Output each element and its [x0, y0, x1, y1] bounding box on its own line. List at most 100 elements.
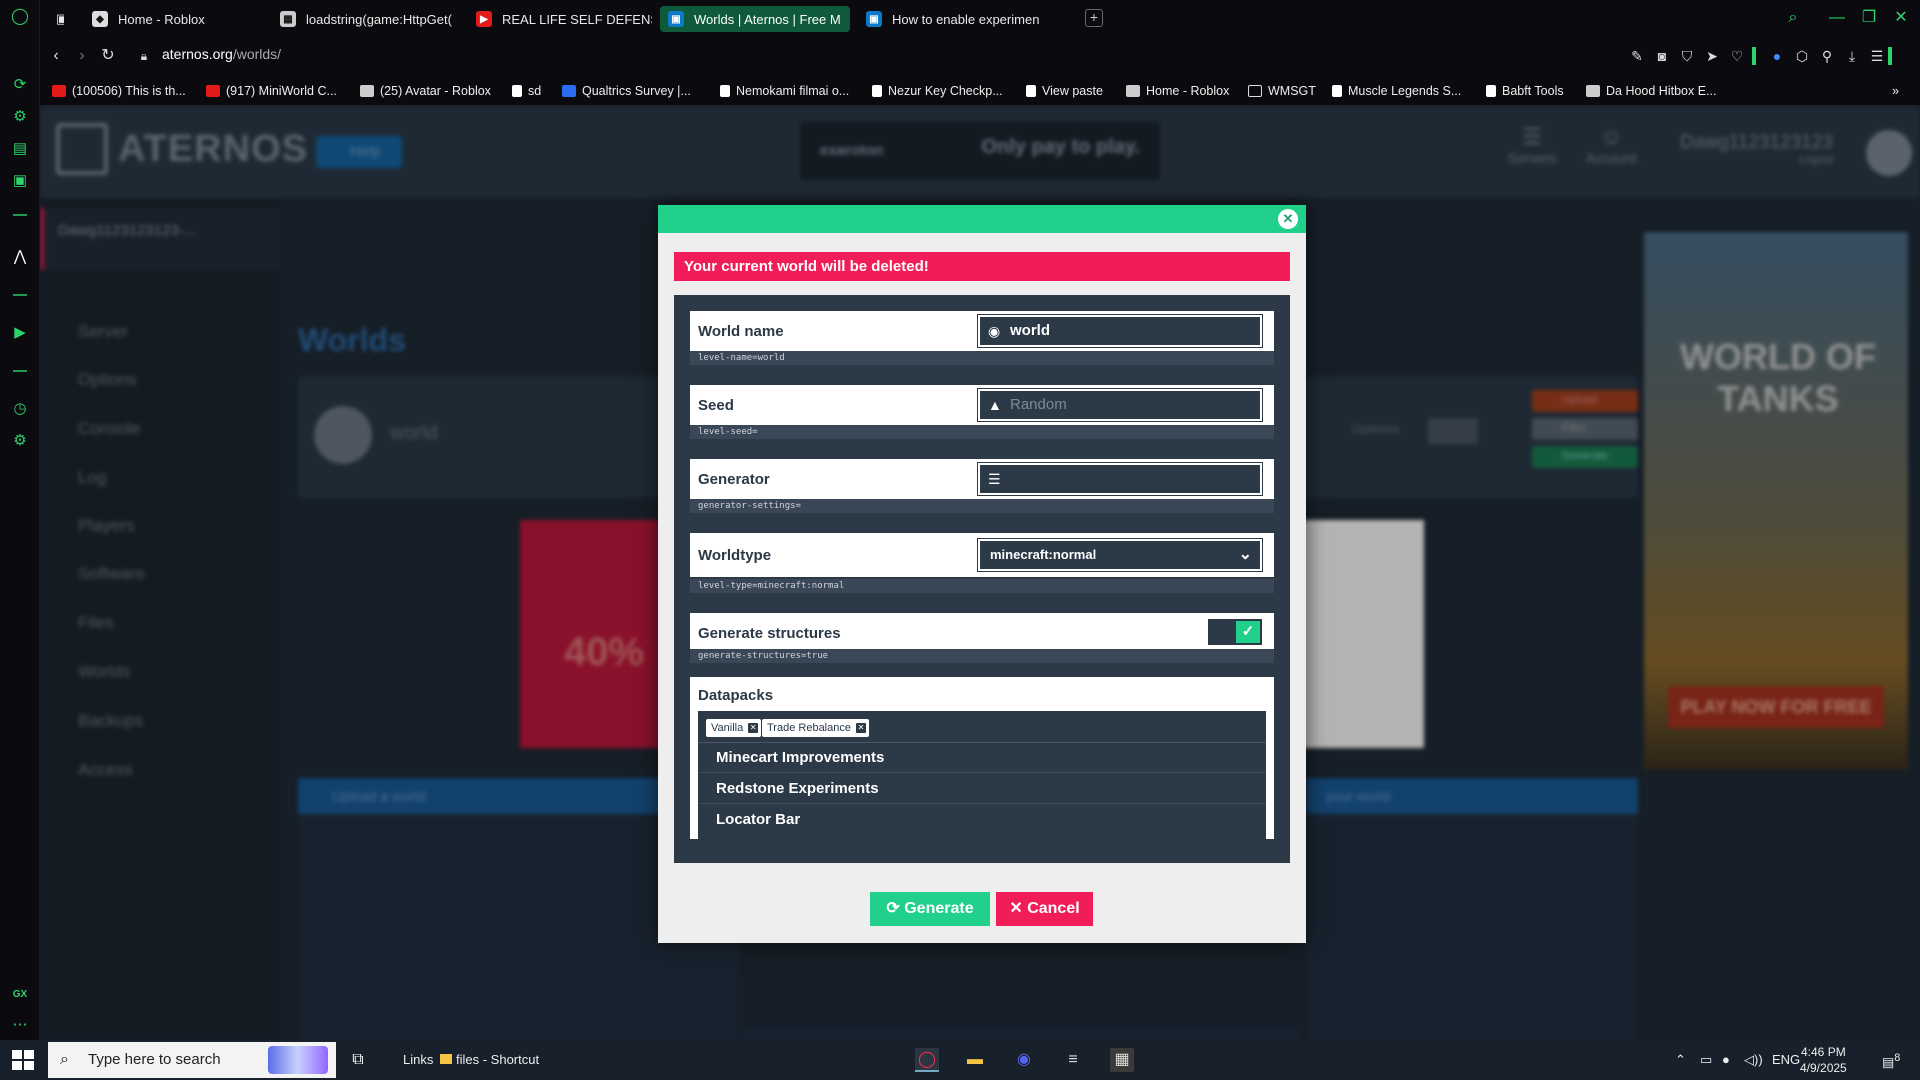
volume-icon[interactable]: ◁)) [1744, 1052, 1763, 1068]
generator-input[interactable]: ☰ [977, 462, 1263, 496]
dialog-header: ✕ [658, 205, 1306, 233]
refresh-sidebar-icon[interactable]: ⟳ [11, 76, 29, 94]
check-icon: ✓ [1236, 621, 1260, 643]
datapack-tag-vanilla: Vanilla ✕ [706, 719, 762, 737]
youtube-icon: ▶ [476, 11, 492, 27]
tray-chevron-icon[interactable]: ⌃ [1675, 1052, 1686, 1068]
links-toolbar[interactable]: Links [403, 1052, 433, 1067]
microphone-icon[interactable]: ● [1722, 1052, 1730, 1067]
forward-icon[interactable]: › [72, 46, 92, 66]
datapacks-label: Datapacks [698, 687, 774, 704]
bookmark-item[interactable]: (100506) This is th... [52, 82, 186, 100]
file-explorer-icon[interactable]: ▬ [963, 1048, 987, 1072]
datapack-option[interactable]: Redstone Experiments [698, 774, 1266, 804]
heart-icon[interactable]: ♡ [1728, 47, 1746, 65]
bookmark-item[interactable]: Babft Tools [1486, 82, 1564, 100]
tab-switcher-icon[interactable]: ▣ [48, 6, 64, 32]
more-icon[interactable]: ⋯ [11, 1016, 29, 1034]
minimize-button[interactable]: — [1825, 6, 1849, 30]
browser-sidebar: ◯ ⟳ ⚙ ▤ ▣ ⋀ ▶ ◷ ⚙ GX ⋯ [0, 0, 40, 1040]
gx-corner-icon[interactable]: GX [11, 986, 29, 1004]
language-indicator[interactable]: ENG [1772, 1052, 1800, 1067]
history-icon[interactable]: ◷ [11, 400, 29, 418]
notifications-icon[interactable]: ▤8 [1882, 1052, 1900, 1070]
vpn-icon[interactable]: ● [1768, 47, 1786, 65]
tab-aternos-worlds[interactable]: ▣ Worlds | Aternos | Free M [660, 6, 850, 32]
gx-cleaner-icon[interactable]: ▤ [11, 140, 29, 158]
folder-icon [440, 1054, 452, 1064]
tab-roblox-home[interactable]: ◆ Home - Roblox [84, 6, 264, 32]
taskbar-search-input[interactable]: ⌕ Type here to search [48, 1042, 336, 1078]
camera-icon[interactable]: ◙ [1653, 47, 1671, 65]
tab-self-defense[interactable]: ▶ REAL LIFE SELF DEFENSE [468, 6, 652, 32]
reload-icon[interactable]: ↻ [98, 46, 118, 66]
minecraft-icon[interactable]: ▦ [1110, 1048, 1134, 1072]
bookmark-folder[interactable]: WMSGT [1248, 82, 1316, 100]
tab-how-to-enable[interactable]: ▣ How to enable experimen [858, 6, 1068, 32]
shield-icon[interactable]: ⛉ [1678, 47, 1696, 65]
new-tab-button[interactable]: + [1085, 9, 1103, 27]
player-icon[interactable]: ▶ [11, 324, 29, 342]
bookmarks-overflow-icon[interactable]: » [1892, 82, 1899, 100]
sliders-icon: ☰ [988, 471, 1001, 487]
system-clock[interactable]: 4:46 PM 4/9/2025 [1800, 1044, 1847, 1076]
datapacks-field: Datapacks Vanilla ✕ Trade Rebalance ✕ Mine… [690, 677, 1274, 839]
datapack-option[interactable]: Minecart Improvements [698, 743, 1266, 773]
opera-gx-logo-icon[interactable]: ◯ [11, 8, 29, 26]
worldtype-select[interactable]: minecraft:normal ⌄ [977, 538, 1263, 572]
world-name-label: World name [698, 323, 784, 340]
generator-label: Generator [698, 471, 770, 488]
generate-button[interactable]: ⟳ Generate [870, 892, 990, 926]
snapshot-edit-icon[interactable]: ✎ [1628, 47, 1646, 65]
close-icon[interactable]: ✕ [1278, 209, 1298, 229]
windows-start-icon[interactable] [12, 1050, 34, 1070]
messenger-icon[interactable]: ▣ [11, 172, 29, 190]
extensions-cube-icon[interactable]: ⬡ [1793, 47, 1811, 65]
account-icon[interactable]: ⚲ [1818, 47, 1836, 65]
structures-toggle[interactable]: ✓ [1208, 619, 1262, 645]
remove-tag-icon[interactable]: ✕ [855, 723, 866, 733]
bookmark-item[interactable]: Qualtrics Survey |... [562, 82, 691, 100]
seed-input[interactable]: ▲ Random [977, 388, 1263, 422]
close-window-button[interactable]: ✕ [1889, 6, 1913, 30]
structures-row: Generate structures ✓ [690, 613, 1274, 653]
send-icon[interactable]: ➤ [1703, 47, 1721, 65]
discord-icon[interactable]: ◉ [1012, 1048, 1036, 1072]
battery-icon[interactable]: ▭ [1700, 1052, 1712, 1068]
bookmark-item[interactable]: sd [512, 82, 541, 100]
datapack-option[interactable]: Locator Bar [698, 805, 1266, 835]
aria-icon[interactable]: ⋀ [11, 248, 29, 266]
menu-icon[interactable]: ☰ [1868, 47, 1886, 65]
search-tabs-icon[interactable]: ⌕ [1781, 6, 1805, 30]
world-name-input[interactable]: ◉ world [977, 314, 1263, 348]
tab-loadstring[interactable]: ▦ loadstring(game:HttpGet( [272, 6, 460, 32]
bookmark-item[interactable]: Da Hood Hitbox E... [1586, 82, 1716, 100]
url-field[interactable]: aternos.org/worlds/ [162, 46, 281, 62]
bookmark-item[interactable]: (917) MiniWorld C... [206, 82, 337, 100]
bookmark-item[interactable]: Nemokami filmai o... [720, 82, 849, 100]
app-icon[interactable]: ≡ [1061, 1048, 1085, 1072]
gx-control-icon[interactable]: ⚙ [11, 108, 29, 126]
roblox-icon: ◆ [92, 11, 108, 27]
download-icon[interactable]: ⤓ [1843, 47, 1861, 65]
cancel-button[interactable]: ✕ Cancel [996, 892, 1093, 926]
task-view-icon[interactable]: ⧉ [346, 1048, 370, 1072]
files-shortcut[interactable]: files - Shortcut [440, 1052, 539, 1067]
bookmark-item[interactable]: View paste [1026, 82, 1103, 100]
property-hint: level-name=world [690, 351, 1274, 365]
opera-gx-taskbar-icon[interactable]: ◯ [915, 1048, 939, 1072]
sidebar-divider [13, 214, 27, 216]
datapacks-multiselect[interactable]: Vanilla ✕ Trade Rebalance ✕ Minecart Impro… [698, 711, 1266, 839]
remove-tag-icon[interactable]: ✕ [748, 723, 759, 733]
divider-bar [1888, 47, 1892, 65]
document-icon [1332, 85, 1342, 97]
sidebar-divider [13, 370, 27, 372]
bookmark-item[interactable]: (25) Avatar - Roblox [360, 82, 491, 100]
bookmark-item[interactable]: Muscle Legends S... [1332, 82, 1461, 100]
settings-icon[interactable]: ⚙ [11, 432, 29, 450]
bookmark-item[interactable]: Nezur Key Checkp... [872, 82, 1003, 100]
bookmark-item[interactable]: Home - Roblox [1126, 82, 1229, 100]
maximize-button[interactable]: ❐ [1857, 6, 1881, 30]
back-icon[interactable]: ‹ [46, 46, 66, 66]
chevron-down-icon: ⌄ [1238, 546, 1252, 563]
